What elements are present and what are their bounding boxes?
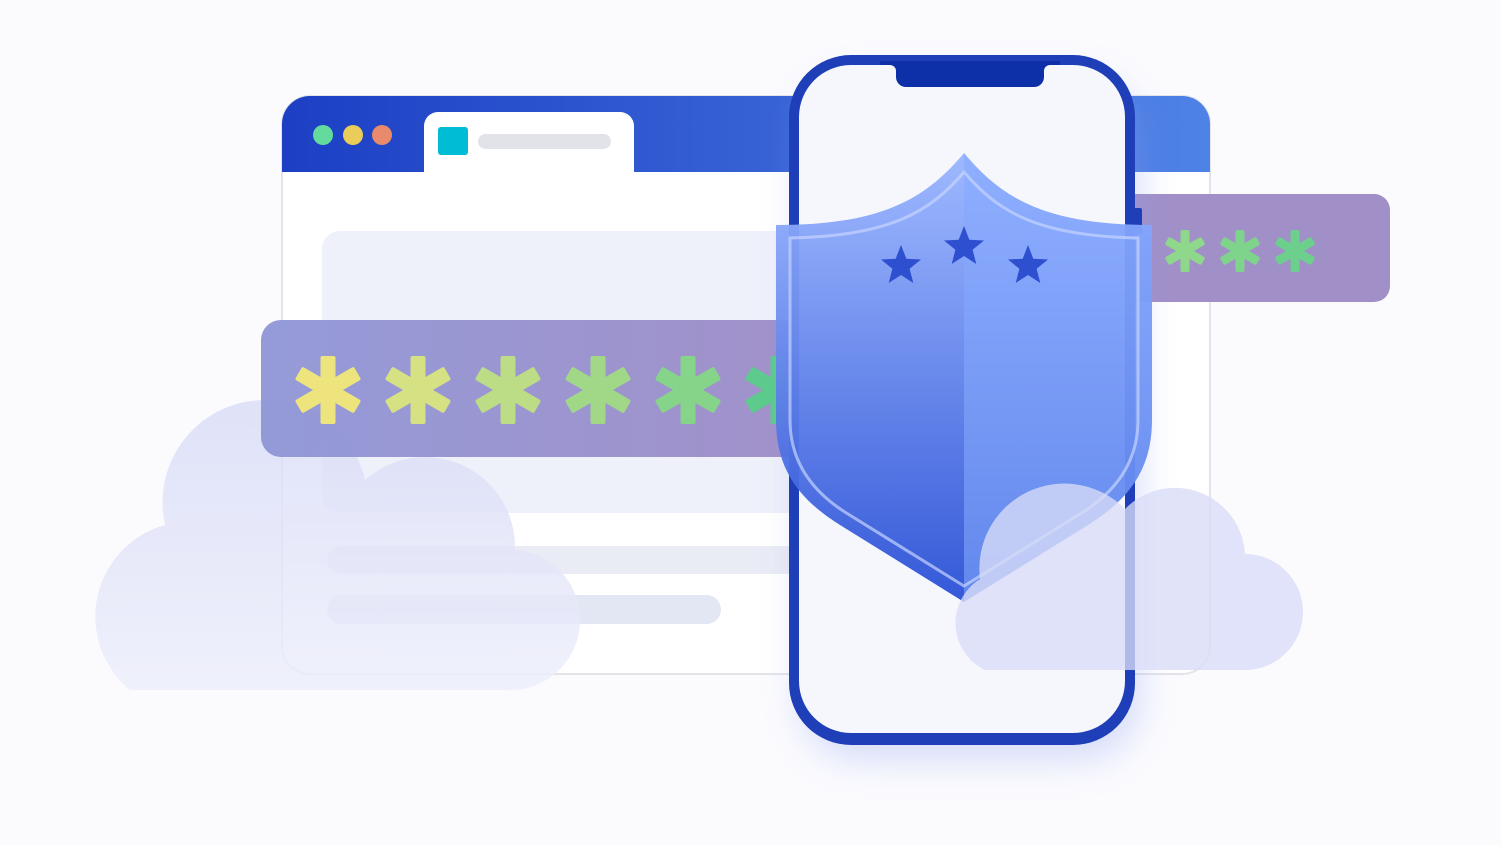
phone-notch (880, 61, 1060, 87)
cloud-icon (955, 483, 1303, 670)
window-dot-green[interactable] (313, 125, 333, 145)
window-dot-red[interactable] (372, 125, 392, 145)
small-password-mask (1165, 230, 1315, 272)
large-password-field (261, 320, 841, 457)
tab-title-placeholder (478, 134, 611, 149)
illustration-canvas (95, 55, 1390, 760)
password-security-illustration (0, 0, 1501, 845)
tab-favicon-icon (438, 127, 468, 155)
window-dot-yellow[interactable] (343, 125, 363, 145)
